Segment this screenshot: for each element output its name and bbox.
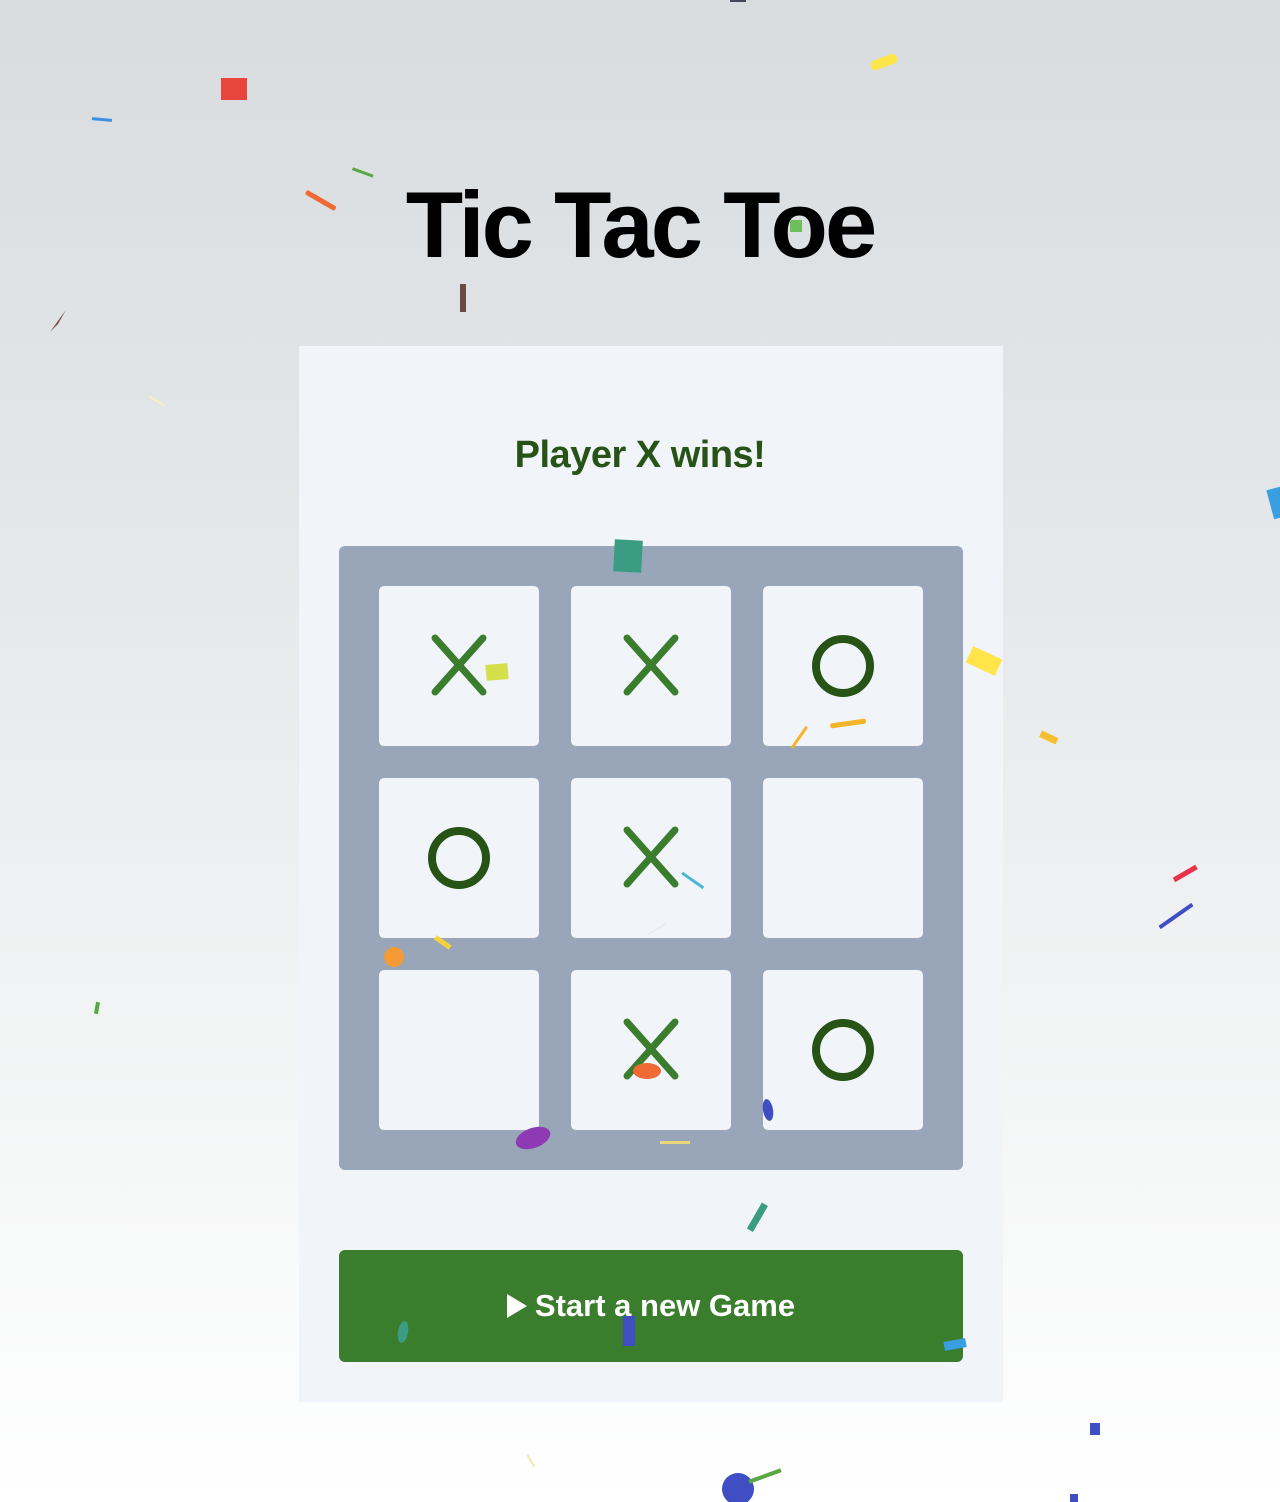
- o-mark-icon: [428, 827, 490, 889]
- confetti-piece: [460, 284, 466, 312]
- confetti-piece: [870, 53, 898, 71]
- confetti-piece: [526, 1454, 536, 1468]
- board-cell-4[interactable]: [379, 778, 539, 938]
- board-cell-2[interactable]: [571, 586, 731, 746]
- board-cell-8[interactable]: [571, 970, 731, 1130]
- o-mark-icon: [812, 635, 874, 697]
- board-cell-3[interactable]: [763, 586, 923, 746]
- confetti-piece: [1070, 1494, 1078, 1502]
- board-cell-9[interactable]: [763, 970, 923, 1130]
- board-cell-5[interactable]: [571, 778, 731, 938]
- confetti-piece: [1090, 1423, 1100, 1435]
- confetti-piece: [748, 1468, 782, 1484]
- confetti-piece: [1158, 902, 1194, 930]
- page-title: Tic Tac Toe: [405, 172, 878, 277]
- new-game-button[interactable]: Start a new Game: [339, 1250, 963, 1362]
- confetti-piece: [148, 395, 166, 407]
- confetti-piece: [1266, 486, 1280, 520]
- game-status: Player X wins!: [514, 434, 766, 476]
- x-mark-icon: [623, 634, 679, 696]
- confetti-piece: [1039, 730, 1059, 745]
- x-mark-icon: [623, 1018, 679, 1080]
- new-game-label: Start a new Game: [534, 1288, 796, 1323]
- board-cell-1[interactable]: [379, 586, 539, 746]
- x-mark-icon: [431, 634, 487, 696]
- confetti-piece: [93, 1001, 101, 1015]
- confetti-piece: [1172, 864, 1198, 883]
- o-mark-icon: [812, 1019, 874, 1081]
- confetti-piece: [730, 0, 746, 2]
- game-board: [339, 546, 963, 1170]
- board-cell-7[interactable]: [379, 970, 539, 1130]
- confetti-piece: [221, 78, 247, 100]
- board-cell-6[interactable]: [763, 778, 923, 938]
- confetti-piece: [50, 310, 66, 332]
- x-mark-icon: [623, 826, 679, 888]
- confetti-piece: [91, 117, 113, 122]
- confetti-piece: [722, 1473, 754, 1502]
- play-icon: [506, 1294, 527, 1318]
